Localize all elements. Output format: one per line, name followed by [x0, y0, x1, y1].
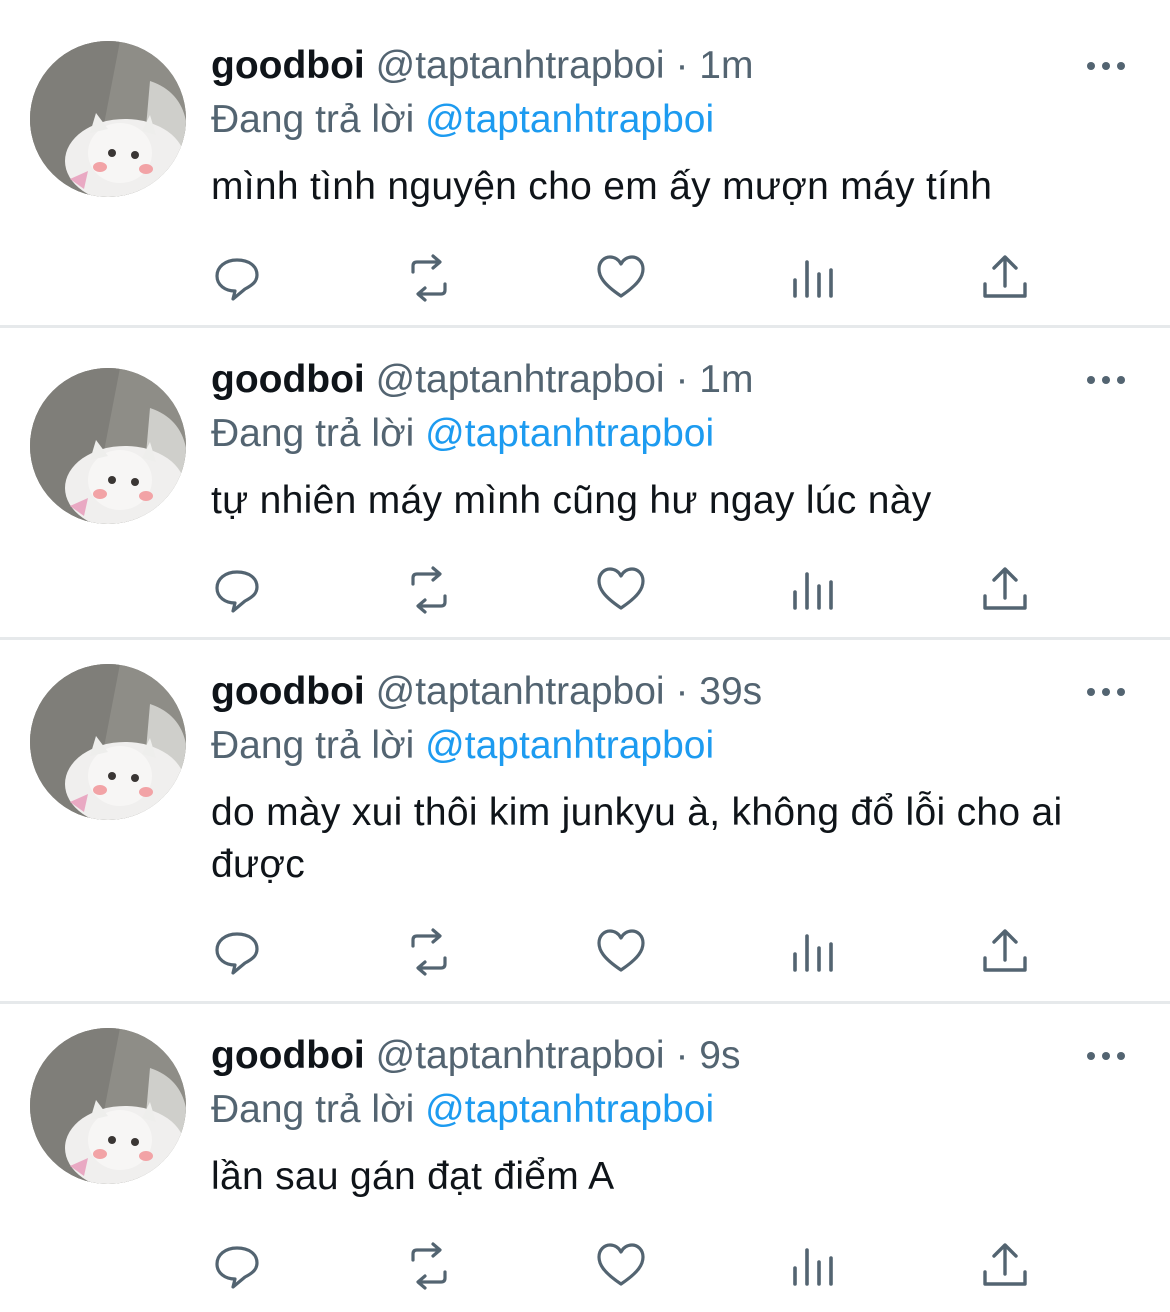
tweet[interactable]: goodboi @taptanhtrapboi · 9s Đang trả lờ… [0, 1004, 1170, 1312]
like-icon [597, 255, 645, 298]
avatar[interactable] [30, 664, 186, 820]
reply-icon [215, 258, 259, 301]
replying-to: Đang trả lời @taptanhtrapboi [211, 720, 1130, 772]
like-icon [597, 567, 645, 610]
handle[interactable]: @taptanhtrapboi [376, 44, 665, 87]
tweet-text: lần sau gán đạt điểm A [211, 1155, 615, 1198]
like-button[interactable] [595, 252, 647, 304]
share-icon [983, 567, 1027, 610]
share-button[interactable] [979, 926, 1031, 978]
display-name[interactable]: goodboi [211, 358, 365, 401]
separator: · [675, 670, 689, 713]
tweet[interactable]: goodboi @taptanhtrapboi · 1m Đang trả lờ… [0, 328, 1170, 640]
tweet-content: goodboi @taptanhtrapboi · 39s Đang trả l… [211, 664, 1130, 891]
retweet-button[interactable] [403, 564, 455, 616]
stats-icon [793, 572, 833, 610]
share-icon [983, 1243, 1027, 1286]
timestamp[interactable]: 9s [699, 1034, 740, 1077]
retweet-button[interactable] [403, 926, 455, 978]
retweet-button[interactable] [403, 1240, 455, 1292]
like-button[interactable] [595, 564, 647, 616]
handle[interactable]: @taptanhtrapboi [376, 1034, 665, 1077]
handle[interactable]: @taptanhtrapboi [376, 670, 665, 713]
replying-to: Đang trả lời @taptanhtrapboi [211, 1084, 1130, 1136]
tweet-text: tự nhiên máy mình cũng hư ngay lúc này [211, 479, 932, 522]
tweet-content: goodboi @taptanhtrapboi · 9s Đang trả lờ… [211, 1028, 1130, 1203]
reply-button[interactable] [211, 564, 263, 616]
like-icon [597, 929, 645, 972]
avatar[interactable] [30, 41, 186, 197]
timestamp[interactable]: 1m [699, 44, 753, 87]
reply-icon [215, 932, 259, 975]
retweet-icon [411, 928, 447, 976]
tweet-feed: goodboi @taptanhtrapboi · 1m Đang trả lờ… [0, 0, 1170, 1312]
stats-button[interactable] [787, 1240, 839, 1292]
avatar[interactable] [30, 1028, 186, 1184]
mention-link[interactable]: @taptanhtrapboi [425, 724, 714, 767]
reply-button[interactable] [211, 926, 263, 978]
stats-button[interactable] [787, 564, 839, 616]
mention-link[interactable]: @taptanhtrapboi [425, 1088, 714, 1131]
share-button[interactable] [979, 1240, 1031, 1292]
separator: · [675, 1034, 689, 1077]
like-button[interactable] [595, 926, 647, 978]
mention-link[interactable]: @taptanhtrapboi [425, 98, 714, 141]
tweet-text: mình tình nguyện cho em ấy mượn máy tính [211, 165, 993, 208]
tweet-content: goodboi @taptanhtrapboi · 1m Đang trả lờ… [211, 38, 1130, 213]
more-icon[interactable] [1086, 1050, 1126, 1062]
tweet-content: goodboi @taptanhtrapboi · 1m Đang trả lờ… [211, 352, 1130, 527]
replying-to-label: Đang trả lời [211, 98, 415, 141]
timestamp[interactable]: 39s [699, 670, 762, 713]
replying-to: Đang trả lời @taptanhtrapboi [211, 94, 1130, 146]
retweet-icon [411, 1242, 447, 1290]
more-icon[interactable] [1086, 686, 1126, 698]
timestamp[interactable]: 1m [699, 358, 753, 401]
separator: · [675, 44, 689, 87]
reply-icon [215, 570, 259, 613]
stats-icon [793, 1248, 833, 1286]
action-bar [211, 926, 1041, 982]
display-name[interactable]: goodboi [211, 44, 365, 87]
tweet-text: do mày xui thôi kim junkyu à, không đổ l… [211, 791, 1063, 886]
share-button[interactable] [979, 564, 1031, 616]
tweet-header: goodboi @taptanhtrapboi · 39s [211, 664, 1130, 720]
display-name[interactable]: goodboi [211, 670, 365, 713]
action-bar [211, 252, 1041, 308]
stats-icon [793, 260, 833, 298]
share-icon [983, 255, 1027, 298]
share-icon [983, 929, 1027, 972]
mention-link[interactable]: @taptanhtrapboi [425, 412, 714, 455]
separator: · [675, 358, 689, 401]
tweet[interactable]: goodboi @taptanhtrapboi · 1m Đang trả lờ… [0, 0, 1170, 328]
reply-button[interactable] [211, 252, 263, 304]
like-icon [597, 1243, 645, 1286]
reply-icon [215, 1246, 259, 1289]
retweet-button[interactable] [403, 252, 455, 304]
tweet[interactable]: goodboi @taptanhtrapboi · 39s Đang trả l… [0, 640, 1170, 1004]
replying-to-label: Đang trả lời [211, 724, 415, 767]
replying-to-label: Đang trả lời [211, 1088, 415, 1131]
tweet-header: goodboi @taptanhtrapboi · 9s [211, 1028, 1130, 1084]
more-icon[interactable] [1086, 60, 1126, 72]
retweet-icon [411, 566, 447, 614]
avatar[interactable] [30, 368, 186, 524]
share-button[interactable] [979, 252, 1031, 304]
tweet-header: goodboi @taptanhtrapboi · 1m [211, 352, 1130, 408]
replying-to: Đang trả lời @taptanhtrapboi [211, 408, 1130, 460]
handle[interactable]: @taptanhtrapboi [376, 358, 665, 401]
stats-button[interactable] [787, 252, 839, 304]
action-bar [211, 564, 1041, 620]
like-button[interactable] [595, 1240, 647, 1292]
reply-button[interactable] [211, 1240, 263, 1292]
replying-to-label: Đang trả lời [211, 412, 415, 455]
display-name[interactable]: goodboi [211, 1034, 365, 1077]
tweet-header: goodboi @taptanhtrapboi · 1m [211, 38, 1130, 94]
stats-button[interactable] [787, 926, 839, 978]
action-bar [211, 1240, 1041, 1296]
stats-icon [793, 934, 833, 972]
more-icon[interactable] [1086, 374, 1126, 386]
retweet-icon [411, 254, 447, 302]
